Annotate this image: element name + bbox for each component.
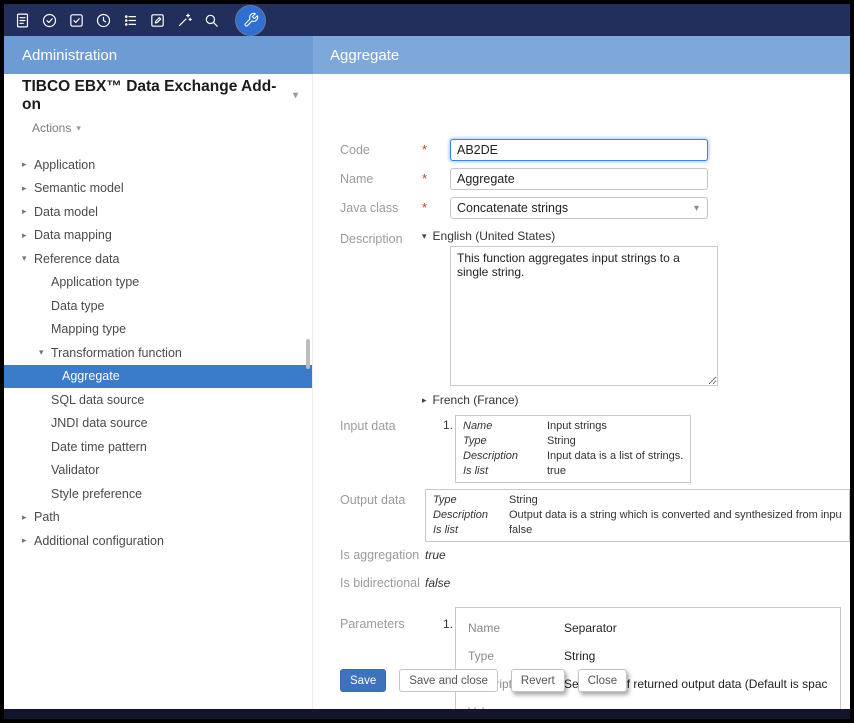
- sidebar-item-data-mapping[interactable]: Data mapping: [4, 224, 312, 248]
- sidebar-item-application[interactable]: Application: [4, 153, 312, 177]
- chevron-right-icon: [22, 207, 27, 216]
- actions-label: Actions: [32, 121, 71, 135]
- dataset-title: TIBCO EBX™ Data Exchange Add-on: [22, 78, 293, 114]
- actions-menu[interactable]: Actions: [32, 121, 81, 135]
- sidebar-item-path[interactable]: Path: [4, 506, 312, 530]
- chevron-right-icon: [22, 160, 27, 169]
- occurrence-index: 1.: [443, 415, 455, 432]
- chevron-down-icon: [422, 232, 427, 241]
- parameters-label: Parameters: [340, 607, 422, 709]
- data-list-icon[interactable]: [120, 7, 140, 33]
- dataset-title-row: TIBCO EBX™ Data Exchange Add-on: [4, 86, 312, 105]
- required-marker: [422, 197, 450, 215]
- required-marker: [422, 168, 450, 186]
- record-section-header: Aggregate: [313, 36, 850, 74]
- wand-icon[interactable]: [174, 7, 194, 33]
- edit-icon[interactable]: [147, 7, 167, 33]
- input-data-row: Input data 1. NameInput strings TypeStri…: [340, 415, 850, 483]
- sidebar-item-jndi-data-source[interactable]: JNDI data source: [4, 412, 312, 436]
- save-button[interactable]: Save: [340, 669, 386, 692]
- output-data-table: TypeString DescriptionOutput data is a s…: [425, 489, 850, 542]
- sidebar-item-mapping-type[interactable]: Mapping type: [4, 318, 312, 342]
- parameters-row: Parameters 1. NameSeparator TypeString D…: [340, 607, 850, 709]
- wrench-icon[interactable]: [236, 6, 265, 35]
- sidebar-item-application-type[interactable]: Application type: [4, 271, 312, 295]
- locale-english-label: English (United States): [433, 229, 556, 243]
- chevron-down-icon: [694, 203, 699, 214]
- sidebar-item-date-time-pattern[interactable]: Date time pattern: [4, 435, 312, 459]
- name-row: Name: [340, 168, 850, 190]
- book-icon[interactable]: [12, 7, 32, 33]
- sidebar-item-sql-data-source[interactable]: SQL data source: [4, 388, 312, 412]
- revert-button[interactable]: Revert: [511, 669, 565, 692]
- save-and-close-button[interactable]: Save and close: [399, 669, 498, 692]
- chevron-right-icon: [22, 513, 27, 522]
- chevron-down-icon: [22, 254, 27, 263]
- description-row: Description English (United States) This…: [340, 228, 850, 408]
- is-aggregation-row: Is aggregation true: [340, 544, 850, 562]
- sidebar: TIBCO EBX™ Data Exchange Add-on Actions …: [4, 74, 313, 709]
- clock-icon[interactable]: [93, 7, 113, 33]
- locale-french-toggle[interactable]: French (France): [422, 392, 519, 408]
- is-bidirectional-row: Is bidirectional false: [340, 572, 850, 590]
- sidebar-item-data-model[interactable]: Data model: [4, 200, 312, 224]
- sidebar-item-transformation-function[interactable]: Transformation function: [4, 341, 312, 365]
- locale-french-label: French (France): [433, 393, 519, 407]
- output-data-row: Output data TypeString DescriptionOutput…: [340, 489, 850, 542]
- description-textarea[interactable]: This function aggregates input strings t…: [450, 246, 718, 386]
- sidebar-item-semantic-model[interactable]: Semantic model: [4, 177, 312, 201]
- name-label: Name: [340, 168, 422, 190]
- output-data-label: Output data: [340, 489, 422, 542]
- required-marker: [422, 139, 450, 157]
- chevron-right-icon: [22, 536, 27, 545]
- checkbox-icon[interactable]: [66, 7, 86, 33]
- record-section-title: Aggregate: [330, 47, 399, 64]
- app-window: Administration Aggregate TIBCO EBX™ Data…: [0, 0, 854, 723]
- admin-section-header: Administration: [4, 36, 313, 74]
- java-class-row: Java class Concatenate strings: [340, 197, 850, 219]
- chevron-right-icon: [22, 231, 27, 240]
- code-label: Code: [340, 139, 422, 161]
- java-class-select[interactable]: Concatenate strings: [450, 197, 708, 219]
- is-aggregation-value: true: [425, 544, 446, 562]
- section-header-bar: Administration Aggregate: [4, 36, 850, 74]
- chevron-down-icon: [76, 123, 81, 134]
- admin-section-title: Administration: [22, 47, 117, 64]
- action-bar: Save Save and close Revert Close: [340, 669, 627, 692]
- bottom-strip: [4, 709, 850, 719]
- sidebar-item-style-preference[interactable]: Style preference: [4, 482, 312, 506]
- sidebar-item-aggregate[interactable]: Aggregate: [4, 365, 312, 389]
- input-data-label: Input data: [340, 415, 422, 483]
- sidebar-scrollbar[interactable]: [306, 339, 310, 369]
- top-toolbar: [4, 4, 850, 36]
- check-circle-icon[interactable]: [39, 7, 59, 33]
- chevron-right-icon: [422, 396, 427, 405]
- input-data-table: NameInput strings TypeString Description…: [455, 415, 691, 483]
- code-row: Code: [340, 139, 850, 161]
- code-input[interactable]: [450, 139, 708, 161]
- sidebar-item-additional-configuration[interactable]: Additional configuration: [4, 529, 312, 553]
- sidebar-item-reference-data[interactable]: Reference data: [4, 247, 312, 271]
- sidebar-item-validator[interactable]: Validator: [4, 459, 312, 483]
- close-button[interactable]: Close: [578, 669, 627, 692]
- occurrence-index: 1.: [443, 607, 455, 631]
- locale-english-toggle[interactable]: English (United States): [422, 228, 555, 244]
- record-form: Code Name Java class Concatenat: [313, 74, 850, 709]
- chevron-down-icon[interactable]: [293, 90, 298, 101]
- parameters-table: NameSeparator TypeString DescriptionSepa…: [455, 607, 841, 709]
- java-class-label: Java class: [340, 197, 422, 219]
- is-bidirectional-label: Is bidirectional: [340, 572, 422, 590]
- name-input[interactable]: [450, 168, 708, 190]
- search-icon[interactable]: [201, 7, 221, 33]
- is-bidirectional-value: false: [425, 572, 450, 590]
- chevron-down-icon: [39, 348, 44, 357]
- navigation-tree: Application Semantic model Data model Da…: [4, 153, 312, 553]
- chevron-right-icon: [22, 184, 27, 193]
- java-class-value: Concatenate strings: [457, 201, 568, 215]
- sidebar-item-data-type[interactable]: Data type: [4, 294, 312, 318]
- is-aggregation-label: Is aggregation: [340, 544, 422, 562]
- description-label: Description: [340, 228, 422, 408]
